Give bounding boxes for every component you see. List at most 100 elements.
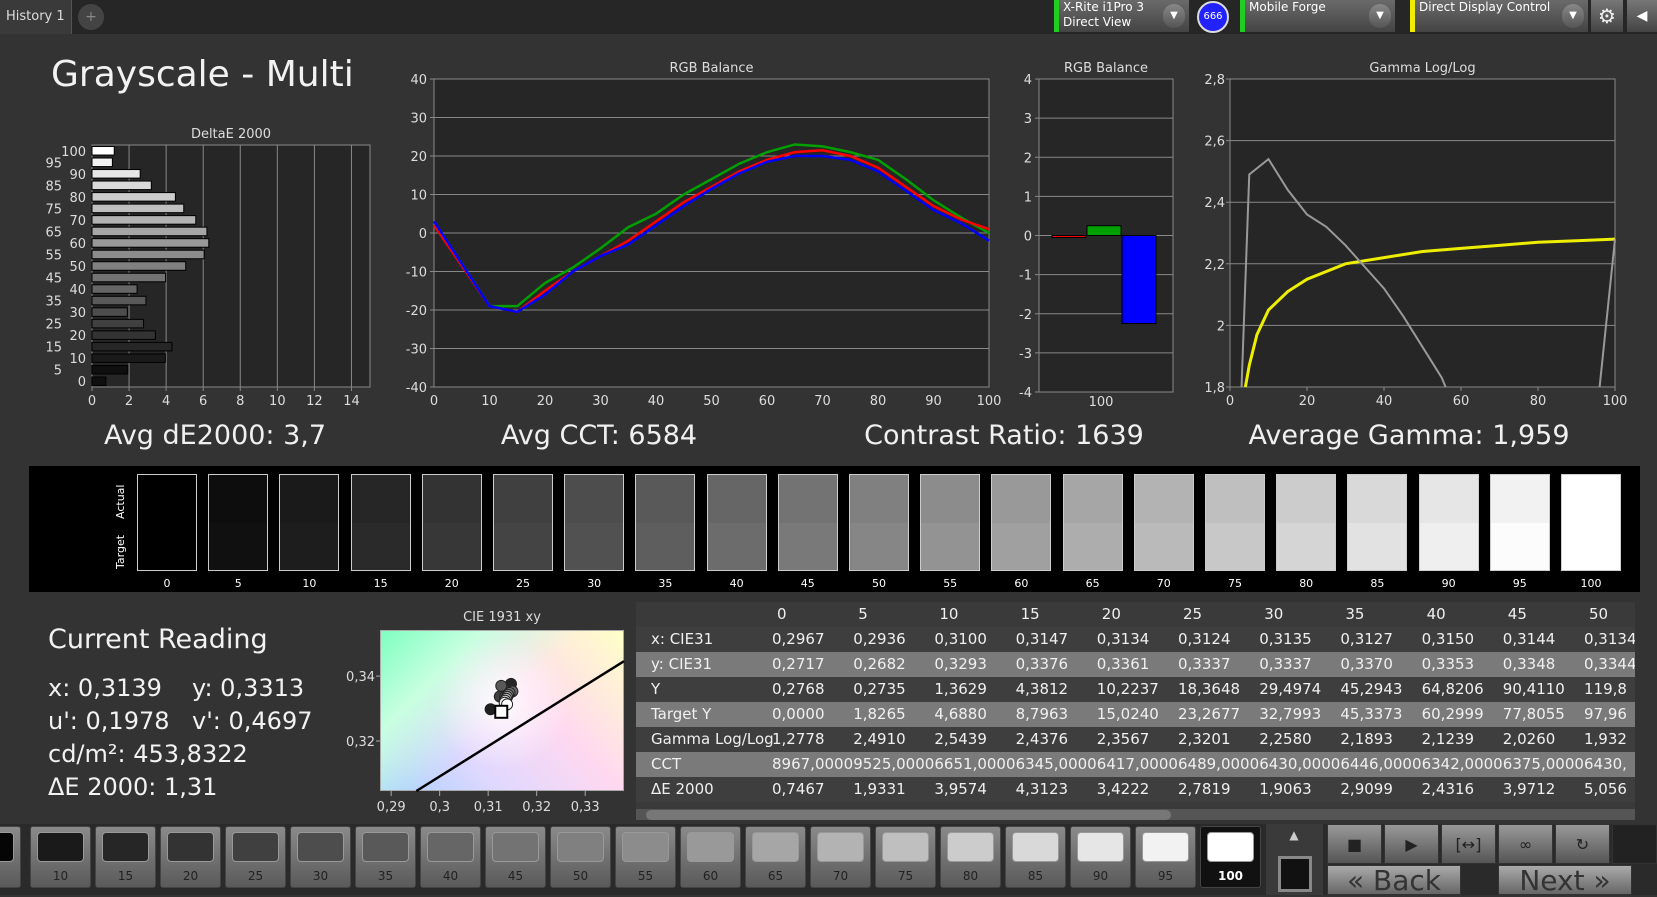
patch-button-10[interactable]: 10 [30,826,91,888]
y-tick-label: 30 [69,306,86,321]
cell: 0,3100 [934,630,987,648]
cell: 0,0000 [772,705,825,723]
chevron-left-icon[interactable]: ◀ [1627,0,1657,32]
swatch-target [1348,522,1407,570]
patch-label: 55 [637,869,654,883]
continuous-icon[interactable]: ∞ [1498,824,1553,864]
scrollbar-thumb[interactable] [646,810,1171,820]
tab-history-1[interactable]: History 1 [0,0,72,34]
top-bar: History 1 + X-Rite i1Pro 3 Direct View ▼… [0,0,1657,34]
patch-button-35[interactable]: 35 [355,826,416,888]
data-table: 0 5 10 15 20 25 30 35 40 45 50 x: CIE31 0,2967 0,2936… [636,602,1635,820]
reading-de: ΔE 2000: 1,31 [48,773,218,801]
stop-icon[interactable]: ■ [1327,824,1382,864]
patch-button-70[interactable]: 70 [810,826,871,888]
add-tab-button[interactable]: + [78,4,104,30]
cell: 0,3361 [1096,655,1150,673]
chart-title: RGB Balance [669,61,753,76]
patch-button-75[interactable]: 75 [875,826,936,888]
patch-color [1142,832,1189,862]
patch-color [362,832,409,862]
patch-button-25[interactable]: 25 [225,826,286,888]
cell: 0,2717 [772,655,825,673]
y-tick-label: 4 [1024,73,1032,88]
meter-badge[interactable]: 666 [1197,1,1229,33]
swatch-actual [1063,475,1122,523]
patch-button-60[interactable]: 60 [680,826,741,888]
patch-color [752,832,799,862]
cell: 0,3144 [1502,630,1556,648]
cell: 0,7467 [772,780,825,798]
patch-button-95[interactable]: 95 [1135,826,1196,888]
swatch-actual [209,475,268,523]
x-tick-label: 0,3 [429,800,450,815]
y-tick-label: 10 [69,352,86,367]
patch-button-65[interactable]: 65 [745,826,806,888]
swatch-actual [1277,475,1336,523]
patch-color [1077,832,1124,862]
balance-bar-1 [1086,225,1122,236]
x-tick-label: 6 [199,394,207,409]
patch-scroll[interactable]: ▲ [1266,824,1323,895]
y-tick-label: 30 [410,112,427,127]
cell: 0,3353 [1421,655,1475,673]
cell: 8,7963 [1015,705,1069,723]
source-dropdown[interactable]: Mobile Forge ▼ [1240,0,1395,32]
y-tick-label: 0 [419,227,427,242]
cell: 6651,0000 [934,755,1016,773]
patch-label: 20 [182,869,199,883]
cell: 23,2677 [1178,705,1241,723]
back-button[interactable]: « Back [1327,865,1461,896]
patch-label: 65 [767,869,784,883]
column-header: 50 [1589,605,1609,623]
patch-button-45[interactable]: 45 [485,826,546,888]
y-tick-label: 2,6 [1204,135,1225,150]
cell: 4,3812 [1015,680,1069,698]
next-button[interactable]: Next » [1498,865,1632,896]
patch-button-55[interactable]: 55 [615,826,676,888]
play-icon[interactable]: ▶ [1384,824,1439,864]
patch-button-15[interactable]: 15 [95,826,156,888]
avg-de-label: Avg dE2000: 3,7 [103,420,327,451]
balance-bar-2 [1121,235,1157,325]
swatch-label: 85 [1370,577,1385,590]
gear-icon[interactable]: ⚙ [1591,0,1623,32]
bar-0 [91,376,107,387]
patch-button-100[interactable]: 100 [1200,826,1261,888]
meter-dropdown[interactable]: X-Rite i1Pro 3 Direct View ▼ [1054,0,1189,32]
x-tick-label: 70 [814,394,831,409]
patch-button-90[interactable]: 90 [1070,826,1131,888]
patch-button-40[interactable]: 40 [420,826,481,888]
cell: 2,5439 [934,730,987,748]
patch-button-80[interactable]: 80 [940,826,1001,888]
refresh-icon[interactable]: ↻ [1555,824,1610,864]
table-scrollbar[interactable] [636,809,1635,820]
column-header: 25 [1183,605,1203,623]
stop-square-icon[interactable] [1278,856,1312,892]
swatch-60 [991,474,1052,571]
column-header: 30 [1264,605,1284,623]
patch-button-50[interactable]: 50 [550,826,611,888]
patch-button-30[interactable]: 30 [290,826,351,888]
chevron-down-icon: ▼ [1163,4,1185,28]
table-header-row: 0 5 10 15 20 25 30 35 40 45 50 [636,602,1635,627]
x-tick-label: 20 [537,394,554,409]
swatch-label: 15 [373,577,388,590]
swatch-label: 75 [1228,577,1242,590]
patch-button-20[interactable]: 20 [160,826,221,888]
arrow-up-icon[interactable]: ▲ [1282,828,1306,848]
bar-90 [91,169,141,179]
cell: 0,3348 [1502,655,1556,673]
read-range-icon[interactable]: [↔] [1441,824,1496,864]
contrast-ratio-label: Contrast Ratio: 1639 [864,420,1144,451]
swatch-actual [992,475,1051,523]
cell: 29,4974 [1259,680,1322,698]
y-tick-label: 0 [1024,230,1032,245]
y-tick-label: 20 [410,150,427,165]
patch-button-5[interactable] [0,826,21,888]
cell: 0,2967 [772,630,825,648]
column-header: 40 [1426,605,1446,623]
display-dropdown[interactable]: Direct Display Control ▼ [1410,0,1588,32]
y-tick-label: -4 [1019,386,1032,401]
patch-button-85[interactable]: 85 [1005,826,1066,888]
